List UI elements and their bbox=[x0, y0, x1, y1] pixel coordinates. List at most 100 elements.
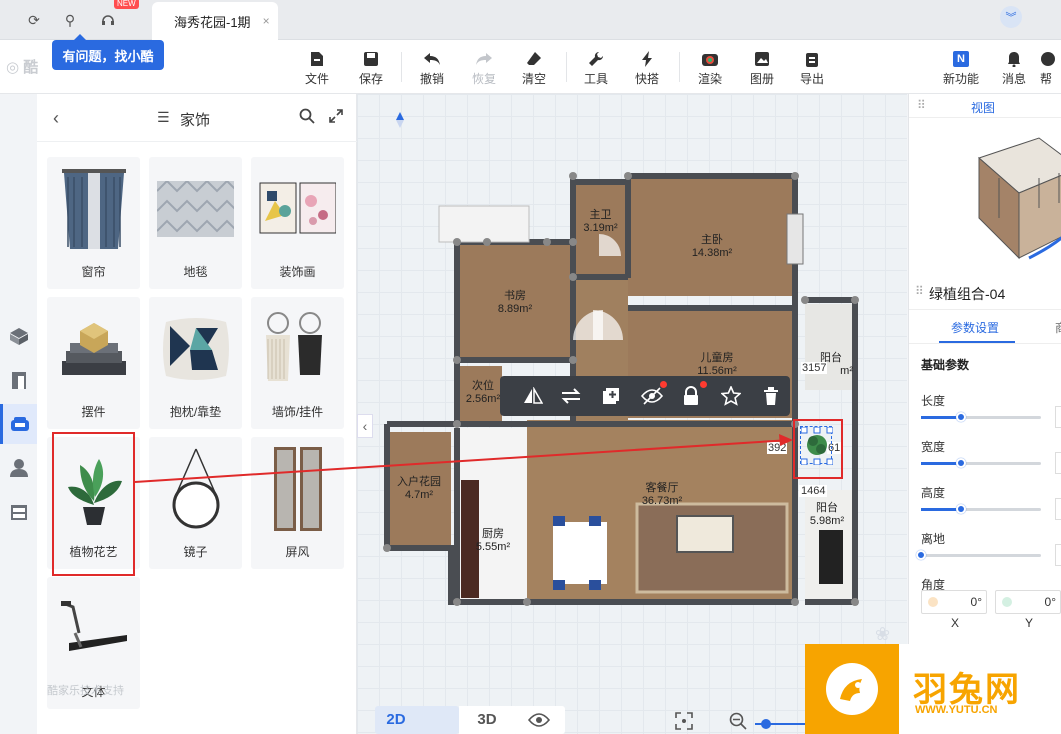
axis-x-label: X bbox=[951, 616, 960, 630]
tab-other[interactable]: 商 bbox=[1055, 319, 1061, 336]
nav-furnishing-icon[interactable] bbox=[0, 404, 37, 444]
catalog-item-label: 墙饰/挂件 bbox=[271, 405, 324, 419]
room-label: 儿童房 11.56m² bbox=[697, 352, 737, 377]
nav-3d-box-icon[interactable] bbox=[0, 316, 37, 356]
slider-knob[interactable] bbox=[955, 504, 966, 514]
catalog-item-rug[interactable]: 地毯 bbox=[149, 157, 242, 289]
new-features-button[interactable]: N 新功能 bbox=[938, 48, 984, 87]
room-label: 客餐厅 36.73m² bbox=[641, 482, 683, 507]
pillow-thumbnail bbox=[157, 307, 234, 391]
mirror-icon[interactable] bbox=[522, 385, 544, 407]
mode-2d-button[interactable]: 2D bbox=[375, 706, 417, 734]
view-mode-toggle: 2D 3D bbox=[375, 706, 515, 734]
refresh-icon[interactable]: ⟳ bbox=[22, 8, 46, 32]
image-icon bbox=[739, 48, 785, 70]
zoom-out-icon[interactable] bbox=[729, 712, 747, 733]
zoom-slider-knob[interactable] bbox=[761, 719, 771, 729]
catalog-item-curtain[interactable]: 窗帘 bbox=[47, 157, 140, 289]
room-label: 厨房 5.55m² bbox=[475, 528, 511, 553]
width-input[interactable] bbox=[1055, 452, 1061, 474]
angle-y-input[interactable]: 0° bbox=[995, 590, 1061, 614]
hide-badge-dot bbox=[660, 381, 667, 388]
watermark-url: WWW.YUTU.CN bbox=[915, 704, 998, 716]
toolbar-divider bbox=[401, 52, 402, 82]
drag-handle-icon[interactable]: ⠿ bbox=[915, 284, 924, 298]
close-tab-icon[interactable]: × bbox=[263, 14, 270, 28]
3d-preview[interactable] bbox=[909, 118, 1061, 274]
quick-build-button[interactable]: 快搭 bbox=[624, 48, 670, 87]
redo-button[interactable]: 恢复 bbox=[461, 48, 507, 87]
object-toolbar bbox=[500, 376, 790, 416]
lock-icon[interactable] bbox=[680, 385, 702, 407]
fit-view-icon[interactable] bbox=[675, 712, 693, 733]
file-button[interactable]: 文件 bbox=[294, 48, 340, 87]
clear-button[interactable]: 清空 bbox=[511, 48, 557, 87]
plant-model[interactable] bbox=[800, 426, 834, 466]
catalog-item-ornament[interactable]: 摆件 bbox=[47, 297, 140, 429]
catalog-item-label: 地毯 bbox=[183, 265, 208, 279]
new-badge: NEW bbox=[114, 0, 139, 9]
slider-knob[interactable] bbox=[955, 458, 966, 468]
nav-cabinet-icon[interactable] bbox=[0, 492, 37, 532]
eye-icon[interactable] bbox=[513, 706, 565, 734]
nav-user-icon[interactable] bbox=[0, 448, 37, 488]
ornament-thumbnail bbox=[55, 307, 132, 391]
export-button[interactable]: 导出 bbox=[789, 48, 835, 87]
headset-icon[interactable] bbox=[96, 8, 120, 32]
render-button[interactable]: 渲染 bbox=[687, 48, 733, 87]
elevation-slider[interactable] bbox=[916, 550, 1041, 560]
drag-handle-icon[interactable]: ⠿ bbox=[917, 98, 926, 112]
new-icon: N bbox=[938, 48, 984, 70]
export-icon bbox=[789, 48, 835, 70]
expand-icon[interactable] bbox=[328, 108, 344, 127]
view-header: ⠿ 视图 bbox=[909, 94, 1061, 118]
dimension-label: 1464 bbox=[799, 485, 828, 497]
catalog-item-wall-deco[interactable]: 墙饰/挂件 bbox=[251, 297, 344, 429]
height-slider[interactable] bbox=[921, 504, 1041, 514]
star-icon[interactable] bbox=[720, 385, 742, 407]
screen-thumbnail bbox=[259, 447, 336, 531]
help-tooltip[interactable]: 有问题，找小酷 bbox=[52, 34, 164, 70]
app-logo: ◎ 酷 bbox=[6, 59, 39, 76]
album-button[interactable]: 图册 bbox=[739, 48, 785, 87]
slider-knob[interactable] bbox=[955, 412, 966, 422]
param-label: 宽度 bbox=[921, 440, 946, 454]
catalog-item-screen[interactable]: 屏风 bbox=[251, 437, 344, 569]
catalog-item-pillow[interactable]: 抱枕/靠垫 bbox=[149, 297, 242, 429]
angle-dial-icon bbox=[928, 597, 938, 607]
paw-icon: ❀ bbox=[875, 624, 891, 644]
dimension-label: 3157 bbox=[801, 362, 828, 374]
help-button[interactable]: 帮 bbox=[1040, 48, 1061, 87]
back-chevron-icon[interactable]: ‹ bbox=[53, 108, 59, 129]
catalog-item-label: 装饰画 bbox=[279, 265, 316, 279]
copy-add-icon[interactable] bbox=[600, 385, 622, 407]
length-input[interactable] bbox=[1055, 406, 1061, 428]
save-button[interactable]: 保存 bbox=[348, 48, 394, 87]
axis-y-label: Y bbox=[1025, 616, 1034, 630]
camera-icon bbox=[687, 48, 733, 70]
undo-button[interactable]: 撤销 bbox=[409, 48, 455, 87]
elevation-input[interactable] bbox=[1055, 544, 1061, 566]
catalog-item-mirror[interactable]: 镜子 bbox=[149, 437, 242, 569]
chevron-down-icon[interactable]: ︾ bbox=[1000, 6, 1022, 28]
swap-icon[interactable] bbox=[560, 385, 582, 407]
angle-x-input[interactable]: 0° bbox=[921, 590, 987, 614]
slider-knob[interactable] bbox=[916, 550, 926, 560]
tools-button[interactable]: 工具 bbox=[573, 48, 619, 87]
length-slider[interactable] bbox=[921, 412, 1041, 422]
mode-3d-button[interactable]: 3D bbox=[459, 706, 515, 734]
tab-params[interactable]: 参数设置 bbox=[951, 319, 999, 336]
hide-icon[interactable] bbox=[641, 385, 663, 407]
view-title: 视图 bbox=[971, 101, 996, 115]
catalog-item-painting[interactable]: 装饰画 bbox=[251, 157, 344, 289]
search-icon[interactable] bbox=[299, 108, 315, 127]
width-slider[interactable] bbox=[921, 458, 1041, 468]
delete-icon[interactable] bbox=[760, 385, 782, 407]
height-input[interactable] bbox=[1055, 498, 1061, 520]
document-tab[interactable]: 海秀花园-1期 × bbox=[152, 2, 278, 40]
messages-button[interactable]: 消息 bbox=[991, 48, 1037, 87]
nav-door-icon[interactable] bbox=[0, 360, 37, 400]
link-icon[interactable]: ⚲ bbox=[58, 8, 82, 32]
toolbar-divider bbox=[679, 52, 680, 82]
left-nav bbox=[0, 94, 37, 734]
